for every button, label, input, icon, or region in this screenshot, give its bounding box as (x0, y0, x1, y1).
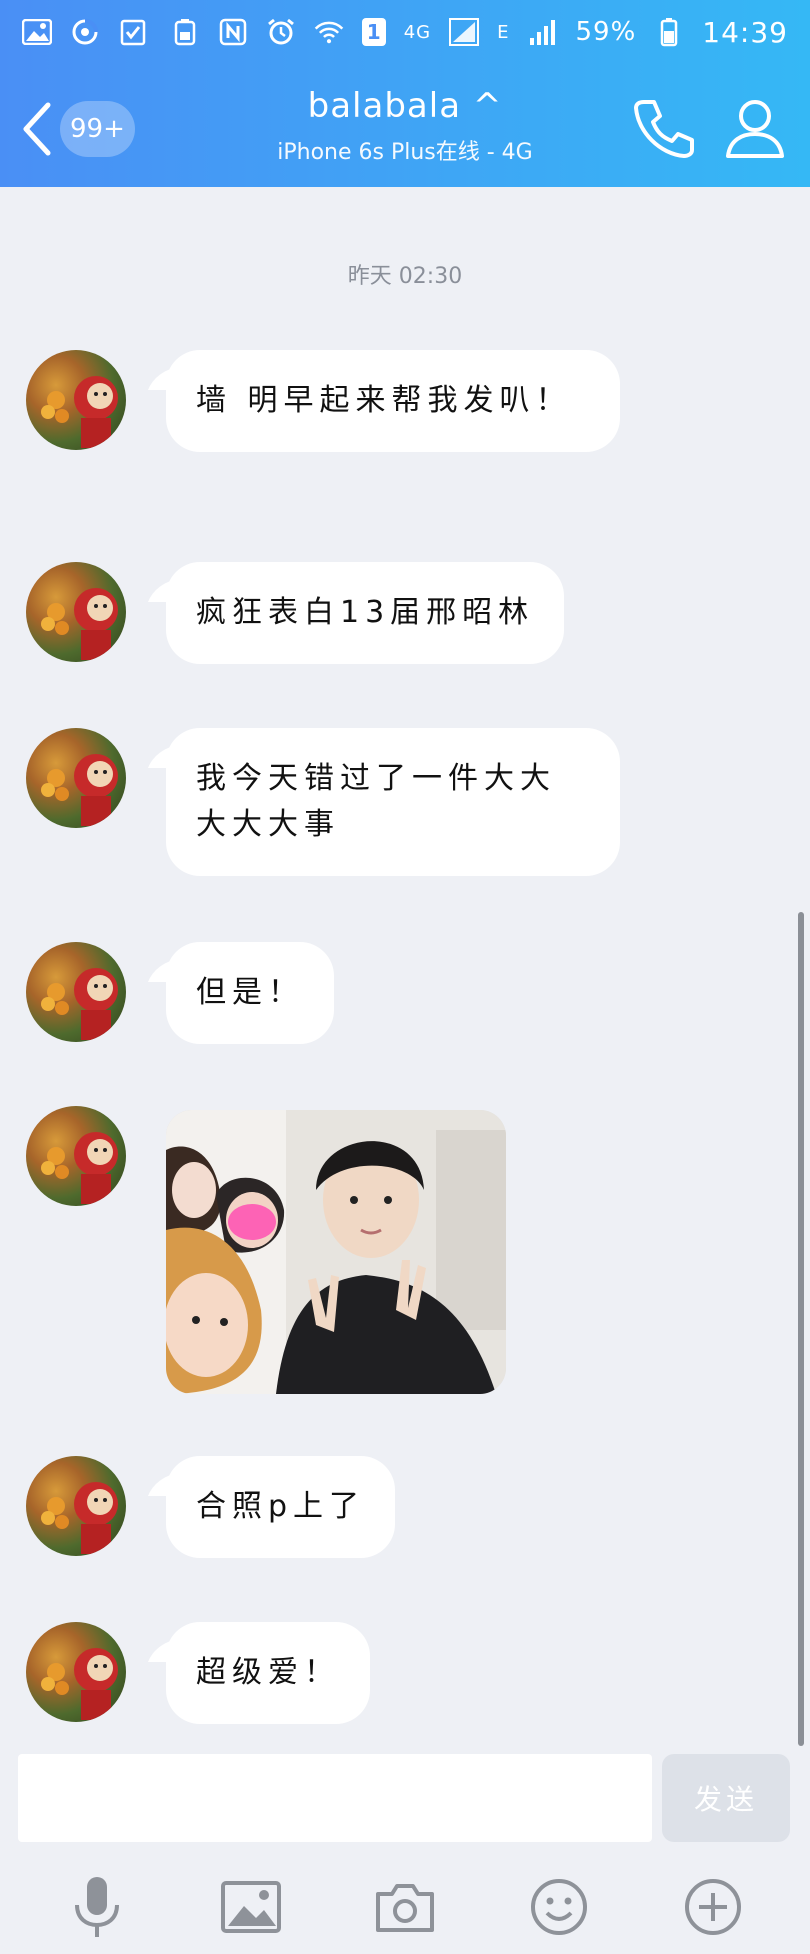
camera-icon (376, 1884, 434, 1932)
message-text: 合照p上了 (196, 1489, 366, 1524)
group-photo-image (166, 1110, 506, 1394)
chat-title-block[interactable]: balabala ^ iPhone 6s Plus在线 - 4G (200, 86, 610, 166)
battery-saver-icon (170, 18, 200, 46)
signal-icon (449, 18, 480, 46)
avatar[interactable] (26, 942, 126, 1042)
signal-bars-icon (528, 18, 558, 46)
image-button[interactable] (215, 1871, 287, 1943)
avatar[interactable] (26, 1622, 126, 1722)
input-toolbar (0, 1860, 810, 1954)
message-text: 我今天错过了一件大大大大大事 (196, 761, 556, 842)
nfc-icon (218, 18, 248, 46)
person-icon (726, 100, 784, 158)
network-type: 4G (403, 21, 432, 43)
battery-icon (654, 18, 684, 47)
message-text: 疯狂表白13届邢昭林 (196, 595, 535, 630)
avatar[interactable] (26, 1106, 126, 1206)
back-button[interactable]: 99+ (18, 94, 138, 164)
image-icon (221, 1881, 281, 1933)
task-check-icon (118, 18, 148, 46)
send-button[interactable]: 发送 (662, 1754, 790, 1842)
message-timestamp: 昨天 02:30 (347, 264, 463, 289)
wifi-icon (314, 18, 344, 46)
message-bubble[interactable]: 超级爱！ (166, 1622, 370, 1724)
more-button[interactable] (677, 1871, 749, 1943)
photo-message[interactable] (166, 1110, 506, 1394)
message-bubble[interactable]: 合照p上了 (166, 1456, 396, 1558)
message-text: 超级爱！ (196, 1655, 340, 1690)
nav-row: 99+ balabala ^ iPhone 6s Plus在线 - 4G (0, 72, 810, 184)
message-bubble[interactable]: 疯狂表白13届邢昭林 (166, 562, 565, 664)
gallery-notification-icon (22, 18, 52, 46)
camera-button[interactable] (369, 1871, 441, 1943)
microphone-icon (75, 1877, 119, 1937)
message-text: 但是！ (196, 975, 304, 1010)
chat-subtitle: iPhone 6s Plus在线 - 4G (277, 140, 533, 165)
call-button[interactable] (632, 96, 696, 160)
message-bubble[interactable]: 我今天错过了一件大大大大大事 (166, 728, 620, 876)
battery-percent: 59% (575, 17, 637, 47)
avatar[interactable] (26, 728, 126, 828)
sync-icon (70, 18, 100, 46)
composer: 发送 (0, 1748, 810, 1848)
status-bar: 1 4G E 59% 14:39 (0, 0, 810, 64)
avatar[interactable] (26, 350, 126, 450)
chevron-left-icon (23, 102, 51, 156)
profile-button[interactable] (722, 94, 788, 160)
unread-badge: 99+ (60, 101, 135, 157)
message-text: 墙 明早起来帮我发叭！ (196, 383, 572, 418)
avatar[interactable] (26, 562, 126, 662)
emoji-button[interactable] (523, 1871, 595, 1943)
sim-badge: 1 (361, 18, 386, 46)
phone-icon (634, 100, 694, 158)
plus-icon (685, 1879, 741, 1935)
alarm-icon (266, 18, 296, 46)
message-input[interactable] (18, 1754, 652, 1842)
voice-button[interactable] (61, 1871, 133, 1943)
chat-title: balabala ^ (307, 86, 503, 126)
chat-header: 1 4G E 59% 14:39 99+ balabala ^ iPhone 6… (0, 0, 810, 187)
message-bubble[interactable]: 墙 明早起来帮我发叭！ (166, 350, 620, 452)
message-bubble[interactable]: 但是！ (166, 942, 334, 1044)
avatar[interactable] (26, 1456, 126, 1556)
network-e: E (497, 21, 510, 43)
status-right: 1 4G E 59% 14:39 (170, 16, 788, 49)
status-time: 14:39 (702, 15, 788, 49)
status-left (22, 18, 148, 46)
scrollbar[interactable] (798, 912, 804, 1746)
emoji-icon (531, 1879, 587, 1935)
